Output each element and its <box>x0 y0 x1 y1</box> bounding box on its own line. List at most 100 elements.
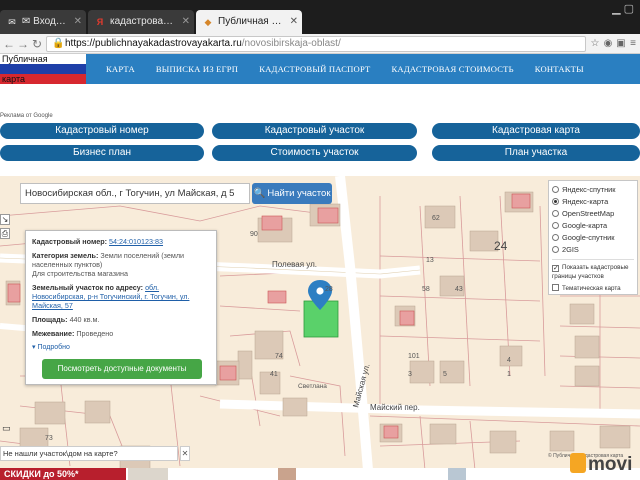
checkbox-checked-icon: ✓ <box>552 265 559 272</box>
details-label: Подробно <box>37 344 70 351</box>
star-icon[interactable]: ☆ <box>589 37 601 51</box>
extension-icon[interactable]: ▣ <box>615 37 627 51</box>
nav-contacts[interactable]: КОНТАКТЫ <box>535 64 584 74</box>
house-number: 28 <box>325 286 333 293</box>
tab-strip: ✉ ✉ Входящие — Яндекс ✕ Я кадастровая пу… <box>0 0 640 34</box>
extension-icon[interactable]: ◉ <box>602 37 614 51</box>
layer-label: Яндекс-карта <box>562 197 609 206</box>
search-icon: 🔍 <box>253 188 266 199</box>
ads-label: Реклама от Google <box>0 113 53 119</box>
cadastral-map-button[interactable]: Кадастровая карта <box>432 123 640 139</box>
nav-map[interactable]: КАРТА <box>106 64 135 74</box>
show-borders-option[interactable]: ✓ Показать кадастровые границы участков <box>552 263 634 281</box>
layer-option-yandex-map[interactable]: Яндекс-карта <box>552 196 634 208</box>
cadastral-number-button[interactable]: Кадастровый номер <box>0 123 204 139</box>
layer-label: Google-спутник <box>562 233 615 242</box>
survey-row: Межевание: Проведено <box>32 329 210 338</box>
tab-public-cadastral-map[interactable]: ◆ Публичная кадастровая ✕ <box>196 10 302 34</box>
movi-label: movi <box>588 454 633 475</box>
house-number: 73 <box>45 435 53 442</box>
site-logo[interactable]: Публичная карта <box>0 54 86 84</box>
movi-watermark: movi <box>570 450 640 480</box>
land-category-row: Категория земель: Земли поселений (земли… <box>32 251 210 278</box>
nav-egrp-extract[interactable]: ВЫПИСКА ИЗ ЕГРП <box>156 64 238 74</box>
view-documents-button[interactable]: Посмотреть доступные документы <box>42 359 202 379</box>
logo-line: Публичная <box>0 54 86 64</box>
plot-plan-button[interactable]: План участка <box>432 145 640 161</box>
house-number: 4 <box>507 357 511 364</box>
ad-thumbnail[interactable] <box>448 468 466 480</box>
address-bar: ← → ↻ 🔒 https://publichnayakadastrovayak… <box>0 34 640 54</box>
cad-number-row: Кадастровый номер: 54:24:010123:83 <box>32 237 210 246</box>
house-number: 24 <box>494 239 508 253</box>
cadastral-plot-button[interactable]: Кадастровый участок <box>212 123 417 139</box>
usage-value: Для строительства магазина <box>32 269 128 278</box>
yandex-icon: Я <box>96 17 104 27</box>
show-borders-label: Показать кадастровые границы участков <box>552 264 629 280</box>
mail-icon: ✉ <box>8 17 16 27</box>
thematic-map-option[interactable]: Тематическая карта <box>552 284 634 293</box>
cad-number-label: Кадастровый номер: <box>32 237 108 246</box>
address-search-input[interactable] <box>21 184 249 203</box>
radio-icon <box>552 222 559 229</box>
area-value: 440 кв.м. <box>69 315 100 324</box>
plot-info-popup: Кадастровый номер: 54:24:010123:83 Катег… <box>25 230 217 385</box>
nav-cadastral-passport[interactable]: КАДАСТРОВЫЙ ПАСПОРТ <box>259 64 370 74</box>
print-icon[interactable]: ⎙ <box>0 228 10 239</box>
sale-banner[interactable]: СКИДКИ до 50%* <box>0 468 126 480</box>
layer-option-google-satellite[interactable]: Google-спутник <box>552 232 634 244</box>
url-field[interactable]: 🔒 https://publichnayakadastrovayakarta.r… <box>46 36 586 52</box>
radio-icon <box>552 210 559 217</box>
close-icon[interactable]: ✕ <box>180 446 190 461</box>
close-icon[interactable]: ✕ <box>74 10 82 34</box>
street-label-maiskaya: Майская ул. <box>351 363 371 409</box>
ad-thumbnail[interactable] <box>278 468 296 480</box>
house-number: 101 <box>408 353 420 360</box>
site-favicon-icon: ◆ <box>204 17 212 27</box>
tab-yandex-mail[interactable]: ✉ ✉ Входящие — Яндекс ✕ <box>0 10 86 34</box>
find-plot-button[interactable]: 🔍 Найти участок <box>252 183 332 204</box>
not-found-prompt[interactable]: Не нашли участок\дом на карте? <box>0 446 178 461</box>
movi-logo-icon <box>570 453 586 473</box>
cad-number-link[interactable]: 54:24:010123:83 <box>109 237 163 246</box>
layer-label: 2GIS <box>562 245 579 254</box>
reload-icon[interactable]: ↻ <box>30 36 44 52</box>
house-number: 43 <box>455 286 463 293</box>
details-toggle[interactable]: ▾ Подробно <box>32 343 210 352</box>
address-label: Земельный участок по адресу: <box>32 283 144 292</box>
menu-icon[interactable]: ≡ <box>627 37 639 51</box>
forward-arrow-icon[interactable]: → <box>16 36 30 52</box>
house-number: 5 <box>443 371 447 378</box>
plot-cost-button[interactable]: Стоимость участок <box>212 145 417 161</box>
ruler-icon[interactable]: ↘ <box>0 214 10 225</box>
window-controls-icon[interactable]: ▁ ▢ <box>612 2 634 15</box>
browser-window: ✉ ✉ Входящие — Яндекс ✕ Я кадастровая пу… <box>0 0 640 480</box>
ad-thumbnail[interactable] <box>128 468 168 480</box>
close-icon[interactable]: ✕ <box>290 10 298 34</box>
house-number: 13 <box>426 257 434 264</box>
layer-option-2gis[interactable]: 2GIS <box>552 244 634 256</box>
bottom-banner: СКИДКИ до 50%* <box>0 468 640 480</box>
layer-label: Яндекс-спутник <box>562 185 616 194</box>
house-number: 1 <box>507 371 511 378</box>
area-row: Площадь: 440 кв.м. <box>32 315 210 324</box>
layer-option-yandex-satellite[interactable]: Яндекс-спутник <box>552 184 634 196</box>
tab-title: Публичная кадастровая <box>218 16 286 27</box>
land-category-label: Категория земель: <box>32 251 99 260</box>
site-header: Публичная карта КАРТА ВЫПИСКА ИЗ ЕГРП КА… <box>0 54 640 84</box>
tab-cadastral-search[interactable]: Я кадастровая публичная ✕ <box>88 10 194 34</box>
house-number: 74 <box>275 353 283 360</box>
street-label-maiskiy-per: Майский пер. <box>370 403 420 412</box>
chat-icon[interactable]: ▭ <box>2 423 12 433</box>
radio-icon <box>552 234 559 241</box>
close-icon[interactable]: ✕ <box>182 10 190 34</box>
business-plan-button[interactable]: Бизнес план <box>0 145 204 161</box>
survey-label: Межевание: <box>32 329 75 338</box>
nav-cadastral-value[interactable]: КАДАСТРОВАЯ СТОИМОСТЬ <box>391 64 513 74</box>
back-arrow-icon[interactable]: ← <box>2 36 16 52</box>
layer-option-osm[interactable]: OpenStreetMap <box>552 208 634 220</box>
house-number: 3 <box>408 371 412 378</box>
layer-option-google-map[interactable]: Google-карта <box>552 220 634 232</box>
chevron-down-icon: ▾ <box>32 344 36 351</box>
radio-selected-icon <box>552 198 559 205</box>
